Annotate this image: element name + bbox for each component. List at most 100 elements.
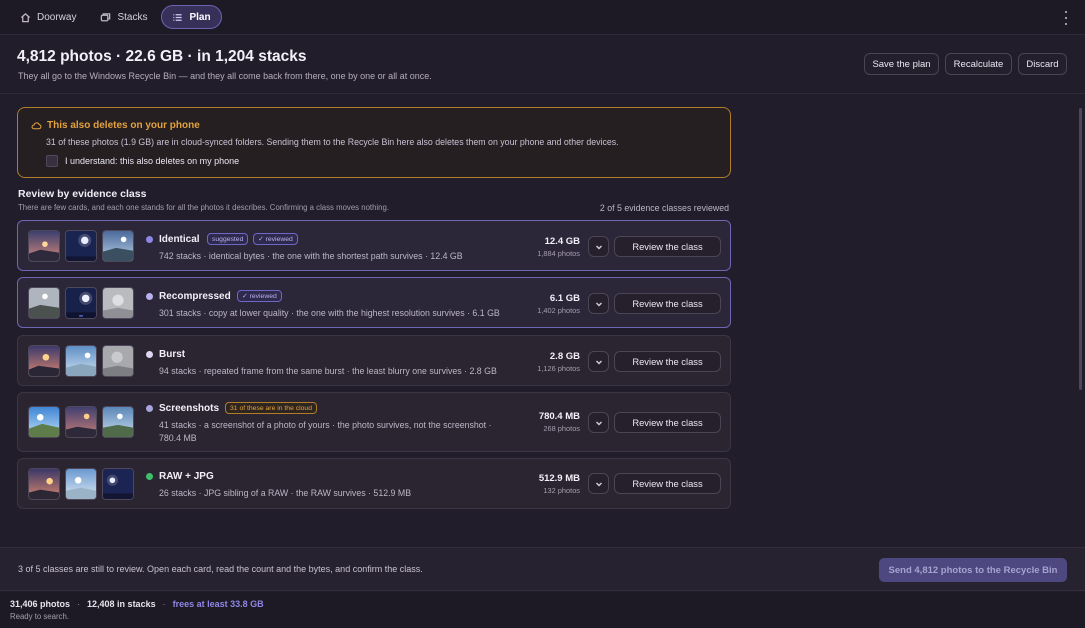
photo-thumbnail[interactable] xyxy=(28,468,60,500)
send-to-recycle-bin-button[interactable]: Send 4,812 photos to the Recycle Bin xyxy=(879,558,1067,582)
separator: · xyxy=(77,599,81,609)
class-card-recompressed[interactable]: Recompressed ✓ reviewed 301 stacks · cop… xyxy=(17,277,731,328)
photo-thumbnail[interactable] xyxy=(65,406,97,438)
class-name: Identical xyxy=(159,234,200,245)
scrollbar[interactable] xyxy=(1079,108,1082,390)
class-name: Recompressed xyxy=(159,291,231,302)
thumbnail-strip xyxy=(28,468,134,500)
suggested-badge: suggested xyxy=(207,233,249,245)
class-photo-count: 1,402 photos xyxy=(537,306,580,315)
class-size: 780.4 MB xyxy=(538,411,580,422)
expand-button[interactable] xyxy=(588,236,609,257)
class-color-dot xyxy=(146,293,153,300)
class-name: RAW + JPG xyxy=(159,471,214,482)
understand-checkbox-label[interactable]: I understand: this also deletes on my ph… xyxy=(65,156,239,166)
chevron-down-icon xyxy=(595,420,602,426)
plan-header: 4,812 photos · 22.6 GB · in 1,204 stacks… xyxy=(0,36,1085,94)
chevron-down-icon xyxy=(595,359,602,365)
separator: · xyxy=(162,599,166,609)
discard-button[interactable]: Discard xyxy=(1018,53,1067,75)
photo-thumbnail[interactable] xyxy=(65,468,97,500)
class-name: Burst xyxy=(159,349,186,360)
status-message: Ready to search. xyxy=(10,612,69,621)
action-bar: 3 of 5 classes are still to review. Open… xyxy=(0,547,1085,591)
class-card-screenshots[interactable]: Screenshots 31 of these are in the cloud… xyxy=(17,392,731,452)
review-class-button[interactable]: Review the class xyxy=(614,236,721,257)
cloud-badge: 31 of these are in the cloud xyxy=(225,402,317,414)
class-color-dot xyxy=(146,236,153,243)
review-class-button[interactable]: Review the class xyxy=(614,473,721,494)
tab-label: Doorway xyxy=(37,11,77,23)
page-title: 4,812 photos · 22.6 GB · in 1,204 stacks xyxy=(17,48,307,65)
class-card-identical[interactable]: Identical suggested ✓ reviewed 742 stack… xyxy=(17,220,731,271)
save-plan-button[interactable]: Save the plan xyxy=(864,53,939,75)
class-name: Screenshots xyxy=(159,403,220,414)
class-description: 26 stacks · JPG sibling of a RAW · the R… xyxy=(159,488,412,498)
total-photos: 31,406 photos xyxy=(10,599,71,609)
class-photo-count: 132 photos xyxy=(543,486,580,495)
class-card-raw-jpg[interactable]: RAW + JPG 26 stacks · JPG sibling of a R… xyxy=(17,458,731,509)
class-size: 2.8 GB xyxy=(549,351,580,362)
reviewed-badge: ✓ reviewed xyxy=(237,290,282,302)
expand-button[interactable] xyxy=(588,412,609,433)
status-bar: 31,406 photos · 12,408 in stacks · frees… xyxy=(0,592,1085,628)
tab-doorway[interactable]: Doorway xyxy=(10,5,86,29)
expand-button[interactable] xyxy=(588,351,609,372)
chevron-down-icon xyxy=(595,301,602,307)
review-class-button[interactable]: Review the class xyxy=(614,351,721,372)
class-color-dot xyxy=(146,405,153,412)
photo-thumbnail[interactable] xyxy=(102,468,134,500)
tab-stacks[interactable]: Stacks xyxy=(90,5,157,29)
expand-button[interactable] xyxy=(588,293,609,314)
class-description: 301 stacks · copy at lower quality · the… xyxy=(159,308,500,318)
photo-thumbnail[interactable] xyxy=(28,345,60,377)
class-color-dot xyxy=(146,351,153,358)
section-title: Review by evidence class xyxy=(18,188,147,200)
class-description: 41 stacks · a screenshot of a photo of y… xyxy=(159,420,492,430)
thumbnail-strip xyxy=(28,287,134,319)
photo-thumbnail[interactable] xyxy=(28,406,60,438)
stacked-photos: 12,408 in stacks xyxy=(87,599,156,609)
class-card-burst[interactable]: Burst 94 stacks · repeated frame from th… xyxy=(17,335,731,386)
section-subtitle: There are few cards, and each one stands… xyxy=(18,203,389,212)
chevron-down-icon xyxy=(595,481,602,487)
recalculate-button[interactable]: Recalculate xyxy=(945,53,1012,75)
photo-thumbnail[interactable] xyxy=(28,287,60,319)
list-icon xyxy=(173,13,183,21)
thumbnail-strip xyxy=(28,406,134,438)
more-menu-icon[interactable] xyxy=(1063,11,1069,25)
page-subtitle: They all go to the Windows Recycle Bin —… xyxy=(18,71,432,81)
photo-thumbnail[interactable] xyxy=(65,230,97,262)
home-icon xyxy=(20,12,31,22)
understand-checkbox[interactable] xyxy=(46,155,58,167)
class-photo-count: 1,126 photos xyxy=(537,364,580,373)
warning-title: This also deletes on your phone xyxy=(47,120,200,131)
tab-plan[interactable]: Plan xyxy=(161,5,222,29)
class-color-dot xyxy=(146,473,153,480)
photo-thumbnail[interactable] xyxy=(65,345,97,377)
expand-button[interactable] xyxy=(588,473,609,494)
chevron-down-icon xyxy=(595,244,602,250)
photo-thumbnail[interactable] xyxy=(102,287,134,319)
space-freed: frees at least 33.8 GB xyxy=(172,599,264,609)
photo-thumbnail[interactable] xyxy=(102,345,134,377)
class-photo-count: 1,884 photos xyxy=(537,249,580,258)
class-description: 742 stacks · identical bytes · the one w… xyxy=(159,251,463,261)
photo-thumbnail[interactable] xyxy=(102,406,134,438)
reviewed-badge: ✓ reviewed xyxy=(253,233,298,245)
review-progress: 2 of 5 evidence classes reviewed xyxy=(599,203,729,213)
photo-thumbnail[interactable] xyxy=(28,230,60,262)
photo-thumbnail[interactable] xyxy=(102,230,134,262)
class-size: 6.1 GB xyxy=(549,293,580,304)
review-remaining-message: 3 of 5 classes are still to review. Open… xyxy=(18,564,423,574)
stacks-icon xyxy=(101,12,111,21)
class-description-cont: 780.4 MB xyxy=(159,433,197,443)
class-size: 12.4 GB xyxy=(544,236,580,247)
review-class-button[interactable]: Review the class xyxy=(614,293,721,314)
class-photo-count: 268 photos xyxy=(543,424,580,433)
cloud-icon xyxy=(31,122,42,130)
photo-thumbnail[interactable] xyxy=(65,287,97,319)
warning-text: 31 of these photos (1.9 GB) are in cloud… xyxy=(46,137,619,147)
review-class-button[interactable]: Review the class xyxy=(614,412,721,433)
phone-delete-warning: This also deletes on your phone 31 of th… xyxy=(17,107,731,178)
